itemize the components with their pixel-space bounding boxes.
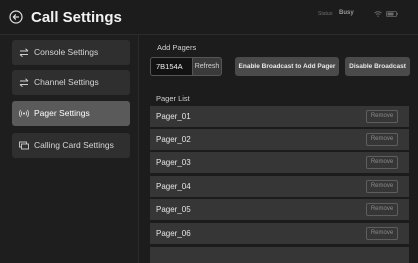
- sidebar-item-channel-settings[interactable]: Channel Settings: [12, 70, 130, 95]
- remove-button[interactable]: Remove: [366, 180, 398, 193]
- remove-button[interactable]: Remove: [366, 227, 398, 240]
- broadcast-signal-icon: [19, 109, 29, 118]
- remove-button[interactable]: Remove: [366, 133, 398, 146]
- add-pagers-label: Add Pagers: [157, 43, 197, 52]
- remove-button[interactable]: Remove: [366, 156, 398, 169]
- list-item[interactable]: Pager_05 Remove: [150, 199, 409, 220]
- sidebar: Console Settings Channel Settings Pager …: [0, 35, 139, 263]
- remove-button[interactable]: Remove: [366, 203, 398, 216]
- back-arrow-circle-icon[interactable]: [9, 10, 23, 24]
- sidebar-item-label: Pager Settings: [34, 108, 90, 118]
- list-item[interactable]: Pager_04 Remove: [150, 176, 409, 197]
- sidebar-item-pager-settings[interactable]: Pager Settings: [12, 101, 130, 126]
- page-title: Call Settings: [31, 9, 122, 26]
- enable-broadcast-button[interactable]: Enable Broadcast to Add Pager: [235, 57, 339, 76]
- pager-settings-panel: Add Pagers Refresh Enable Broadcast to A…: [139, 35, 418, 263]
- refresh-button[interactable]: Refresh: [192, 57, 222, 76]
- pager-list-label: Pager List: [156, 94, 190, 103]
- pager-id-input[interactable]: [150, 57, 193, 76]
- pager-name: Pager_01: [156, 112, 191, 121]
- battery-icon: [386, 11, 398, 17]
- pager-name: Pager_04: [156, 182, 191, 191]
- pager-name: Pager_03: [156, 158, 191, 167]
- pager-name: Pager_06: [156, 229, 191, 238]
- sidebar-item-label: Calling Card Settings: [34, 140, 114, 150]
- status-label: Status:: [318, 11, 334, 17]
- disable-broadcast-button[interactable]: Disable Broadcast: [345, 57, 410, 76]
- list-item[interactable]: Pager_02 Remove: [150, 129, 409, 150]
- list-item-partial: [150, 247, 409, 263]
- arrows-swap-icon: [19, 48, 29, 57]
- sidebar-item-label: Channel Settings: [34, 77, 99, 87]
- pager-list[interactable]: Pager_01 Remove Pager_02 Remove Pager_03…: [150, 106, 409, 263]
- header-bar: Call Settings Status: Busy: [0, 0, 418, 35]
- wifi-icon: [374, 11, 382, 17]
- pager-name: Pager_05: [156, 205, 191, 214]
- sidebar-item-calling-card-settings[interactable]: Calling Card Settings: [12, 133, 130, 158]
- list-item[interactable]: Pager_06 Remove: [150, 223, 409, 244]
- list-item[interactable]: Pager_01 Remove: [150, 106, 409, 127]
- cards-icon: [19, 141, 29, 150]
- sidebar-item-label: Console Settings: [34, 47, 99, 57]
- arrows-swap-icon: [19, 78, 29, 87]
- pager-name: Pager_02: [156, 135, 191, 144]
- status-value: Busy: [339, 10, 354, 16]
- list-item[interactable]: Pager_03 Remove: [150, 152, 409, 173]
- remove-button[interactable]: Remove: [366, 110, 398, 123]
- sidebar-item-console-settings[interactable]: Console Settings: [12, 40, 130, 65]
